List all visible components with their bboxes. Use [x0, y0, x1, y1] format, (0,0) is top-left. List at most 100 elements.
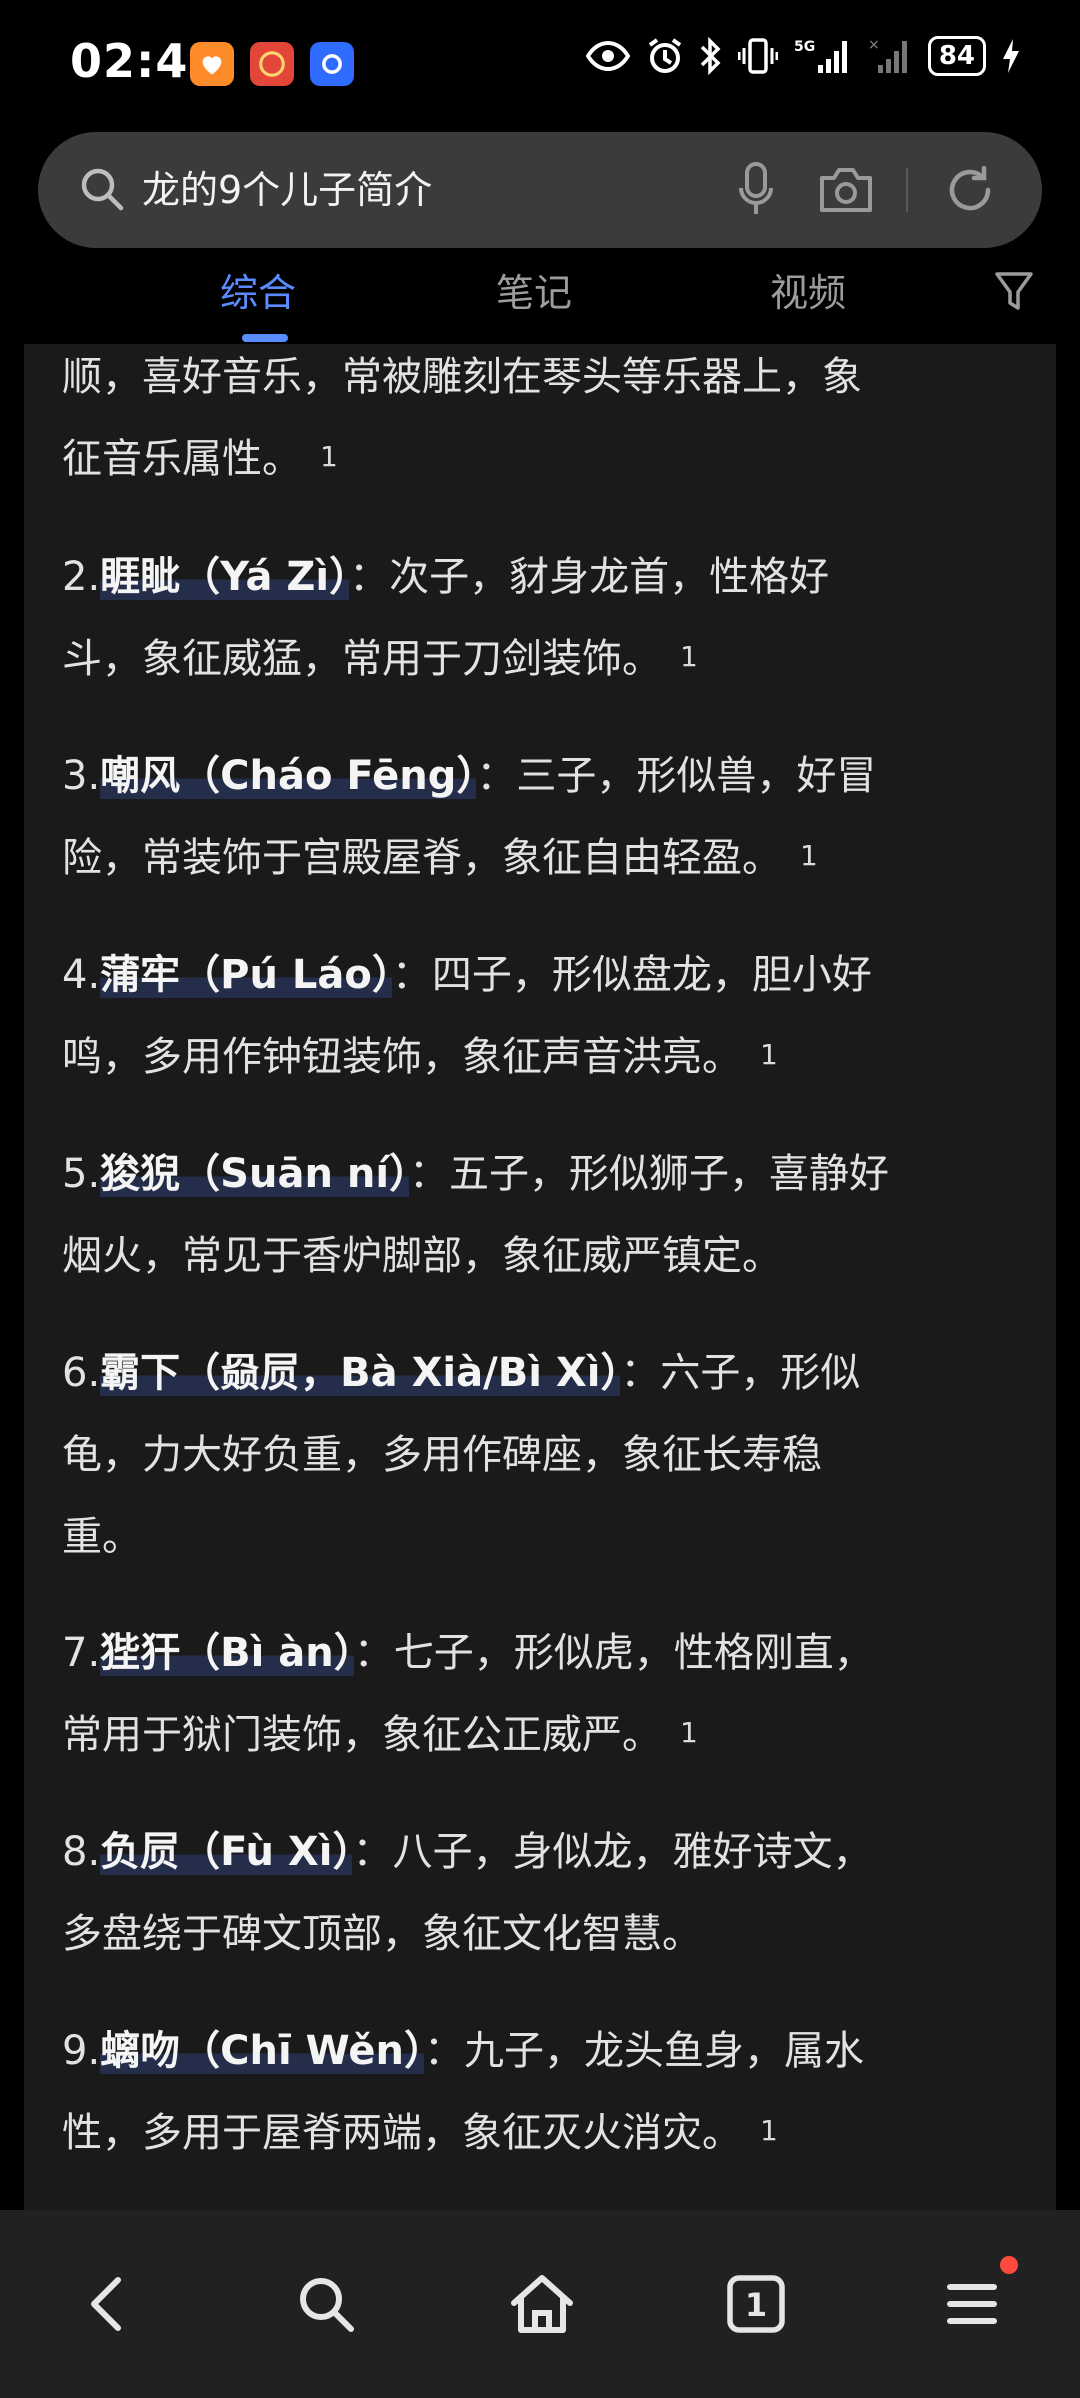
item-name: 蒲牢（Pú Láo） [100, 952, 392, 998]
status-bar: 02:49 5G × 84 [0, 0, 1080, 130]
bluetooth-icon [700, 37, 721, 75]
vibrate-icon [737, 38, 778, 74]
alarm-icon [648, 38, 681, 73]
search-icon [300, 2278, 354, 2332]
filter-icon[interactable] [994, 270, 1034, 314]
notification-dot [1000, 2256, 1018, 2274]
item-colon: ： [352, 1829, 393, 1875]
reference-marker[interactable]: 1 [680, 640, 698, 673]
item-text: 三子，形似兽，好冒 [516, 753, 877, 799]
list-item: 5.狻猊（Suān ní）：五子，形似狮子，喜静好 烟火，常见于香炉脚部，象征威… [62, 1133, 1052, 1297]
search-bar[interactable]: 龙的9个儿子简介 [38, 132, 1042, 248]
home-button[interactable] [502, 2264, 582, 2344]
active-tab-indicator [242, 334, 288, 342]
app-browser-icon [310, 42, 354, 86]
svg-text:5G: 5G [794, 39, 815, 55]
list-item: 6.霸下（赑屃，Bà Xià/Bì Xì）：六子，形似 龟，力大好负重，多用作碑… [62, 1332, 1052, 1578]
item-colon: ： [423, 2028, 464, 2074]
lightning-icon [1003, 39, 1019, 73]
refresh-icon[interactable] [944, 164, 996, 216]
tab-notes[interactable]: 笔记 [496, 262, 572, 317]
menu-button[interactable] [932, 2256, 1018, 2344]
item-name: 狻猊（Suān ní） [100, 1151, 410, 1197]
item-number: 6. [62, 1350, 101, 1396]
svg-text:×: × [868, 37, 880, 53]
intro-paragraph: 顺，喜好音乐，常被雕刻在琴头等乐器上，象 征音乐属性。 1 [62, 344, 1052, 504]
tabs-count-icon: 1 [727, 2275, 785, 2333]
item-number: 5. [62, 1151, 101, 1197]
item-name: 嘲风（Cháo Fēng） [100, 753, 477, 799]
search-input[interactable]: 龙的9个儿子简介 [142, 132, 432, 248]
item-name: 霸下（赑屃，Bà Xià/Bì Xì） [100, 1350, 621, 1396]
list-item: 4.蒲牢（Pú Láo）：四子，形似盘龙，胆小好 鸣，多用作钟钮装饰，象征声音洪… [62, 934, 1052, 1102]
item-text: 性，多用于屋脊两端，象征灭火消灾。 [62, 2110, 742, 2156]
item-text: 常用于狱门装饰，象征公正威严。 [62, 1712, 662, 1758]
item-name: 睚眦（Yá Zì） [100, 554, 350, 600]
reference-marker[interactable]: 1 [760, 2114, 778, 2147]
tab-videos[interactable]: 视频 [770, 262, 846, 317]
item-number: 8. [62, 1829, 101, 1875]
item-text: 多盘绕于碑文顶部，象征文化智慧。 [62, 1911, 702, 1957]
search-nav-button[interactable] [286, 2264, 366, 2344]
item-text: 龟，力大好负重，多用作碑座，象征长寿稳 [62, 1432, 822, 1478]
back-button[interactable] [66, 2264, 146, 2344]
item-text: 四子，形似盘龙，胆小好 [431, 952, 872, 998]
signal-icon: × [868, 37, 907, 73]
reference-marker[interactable]: 1 [680, 1716, 698, 1749]
tab-count: 1 [745, 2286, 767, 2324]
item-number: 9. [62, 2028, 101, 2074]
notification-icons [190, 42, 354, 86]
item-colon: ： [409, 1151, 450, 1197]
list-item: 7.狴犴（Bì àn）：七子，形似虎，性格刚直， 常用于狱门装饰，象征公正威严。… [62, 1612, 1052, 1780]
app-taobao-icon [250, 42, 294, 86]
reference-marker[interactable]: 1 [760, 1038, 778, 1071]
home-icon [511, 2275, 573, 2333]
item-text: 七子，形似虎，性格刚直， [393, 1630, 874, 1676]
answer-content: 顺，喜好音乐，常被雕刻在琴头等乐器上，象 征音乐属性。 1 2.睚眦（Yá Zì）… [24, 344, 1056, 2210]
reference-marker[interactable]: 1 [320, 440, 338, 473]
microphone-icon[interactable] [738, 162, 774, 216]
list-item: 3.嘲风（Cháo Fēng）：三子，形似兽，好冒 险，常装饰于宫殿屋脊，象征自… [62, 735, 1052, 903]
search-divider [906, 168, 908, 212]
battery-level: 84 [927, 36, 986, 76]
list-item: 2.睚眦（Yá Zì）：次子，豺身龙首，性格好 斗，象征威猛，常用于刀剑装饰。 1 [62, 536, 1052, 704]
item-number: 2. [62, 554, 101, 600]
reference-marker[interactable]: 1 [800, 839, 818, 872]
item-text: 六子，形似 [660, 1350, 861, 1396]
item-name: 螭吻（Chī Wěn） [100, 2028, 424, 2074]
search-icon [81, 168, 124, 211]
item-text: 九子，龙头鱼身，属水 [463, 2028, 864, 2074]
app-heart-icon [190, 42, 234, 86]
status-right-group: 5G × 84 [585, 36, 1020, 76]
item-colon: ： [476, 753, 517, 799]
signal-5g-icon: 5G [794, 39, 847, 73]
item-text: 次子，豺身龙首，性格好 [389, 554, 830, 600]
item-text: 五子，形似狮子，喜静好 [449, 1151, 890, 1197]
item-text: 重。 [62, 1514, 142, 1560]
intro-line: 征音乐属性。 [62, 436, 302, 482]
back-arrow-icon [91, 2277, 121, 2331]
item-number: 7. [62, 1630, 101, 1676]
list-item: 8.负屃（Fù Xì）：八子，身似龙，雅好诗文， 多盘绕于碑文顶部，象征文化智慧… [62, 1811, 1052, 1975]
eye-icon [585, 41, 630, 71]
result-tabs: 综合 笔记 视频 [0, 248, 1080, 344]
item-text: 险，常装饰于宫殿屋脊，象征自由轻盈。 [62, 835, 782, 881]
item-colon: ： [620, 1350, 661, 1396]
item-colon: ： [353, 1630, 394, 1676]
item-colon: ： [349, 554, 390, 600]
item-number: 3. [62, 753, 101, 799]
item-text: 鸣，多用作钟钮装饰，象征声音洪亮。 [62, 1034, 742, 1080]
item-number: 4. [62, 952, 101, 998]
hamburger-menu-icon [947, 2284, 997, 2324]
item-name: 负屃（Fù Xì） [100, 1829, 353, 1875]
tabs-button[interactable]: 1 [716, 2264, 796, 2344]
tab-comprehensive[interactable]: 综合 [220, 262, 296, 317]
camera-icon[interactable] [818, 164, 874, 214]
item-text: 烟火，常见于香炉脚部，象征威严镇定。 [62, 1233, 782, 1279]
item-text: 八子，身似龙，雅好诗文， [392, 1829, 873, 1875]
item-text: 斗，象征威猛，常用于刀剑装饰。 [62, 636, 662, 682]
intro-line: 顺，喜好音乐，常被雕刻在琴头等乐器上，象 [62, 354, 862, 400]
list-item: 9.螭吻（Chī Wěn）：九子，龙头鱼身，属水 性，多用于屋脊两端，象征灭火消… [62, 2010, 1052, 2178]
bottom-navigation: 1 [0, 2210, 1080, 2398]
item-colon: ： [391, 952, 432, 998]
